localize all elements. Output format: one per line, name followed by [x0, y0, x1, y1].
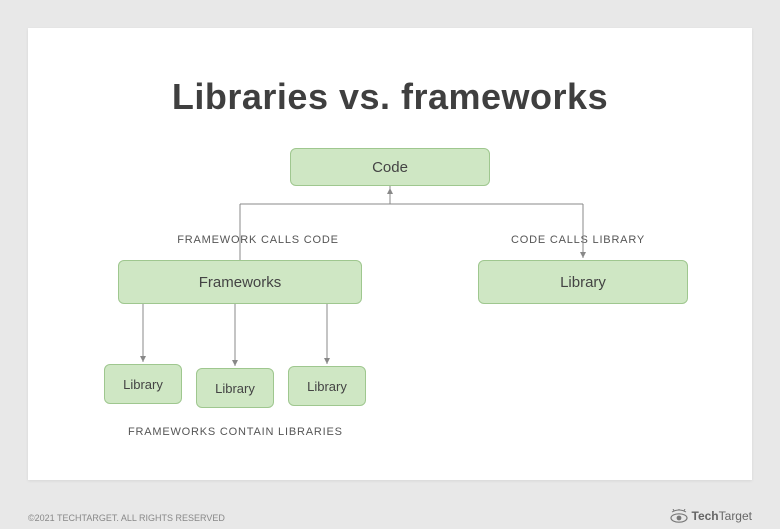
brand-logo: TechTarget — [670, 509, 752, 523]
node-library-right: Library — [478, 260, 688, 304]
diagram-canvas: Libraries vs. frameworks Code Frameworks… — [28, 28, 752, 480]
node-frameworks: Frameworks — [118, 260, 362, 304]
node-code: Code — [290, 148, 490, 186]
node-library-1-label: Library — [123, 377, 163, 392]
node-frameworks-label: Frameworks — [199, 274, 282, 291]
node-library-2-label: Library — [215, 381, 255, 396]
eye-icon — [670, 509, 688, 523]
copyright-text: ©2021 TECHTARGET. ALL RIGHTS RESERVED — [28, 513, 225, 523]
node-library-right-label: Library — [560, 274, 606, 291]
annotation-framework-calls-code: FRAMEWORK CALLS CODE — [158, 234, 358, 246]
footer: ©2021 TECHTARGET. ALL RIGHTS RESERVED Te… — [28, 509, 752, 523]
node-library-2: Library — [196, 368, 274, 408]
node-library-1: Library — [104, 364, 182, 404]
diagram-title: Libraries vs. frameworks — [28, 76, 752, 118]
node-library-3: Library — [288, 366, 366, 406]
annotation-code-calls-library: CODE CALLS LIBRARY — [488, 234, 668, 246]
brand-text: TechTarget — [692, 509, 752, 523]
node-library-3-label: Library — [307, 379, 347, 394]
node-code-label: Code — [372, 159, 408, 176]
annotation-frameworks-contain-libraries: FRAMEWORKS CONTAIN LIBRARIES — [128, 426, 368, 438]
